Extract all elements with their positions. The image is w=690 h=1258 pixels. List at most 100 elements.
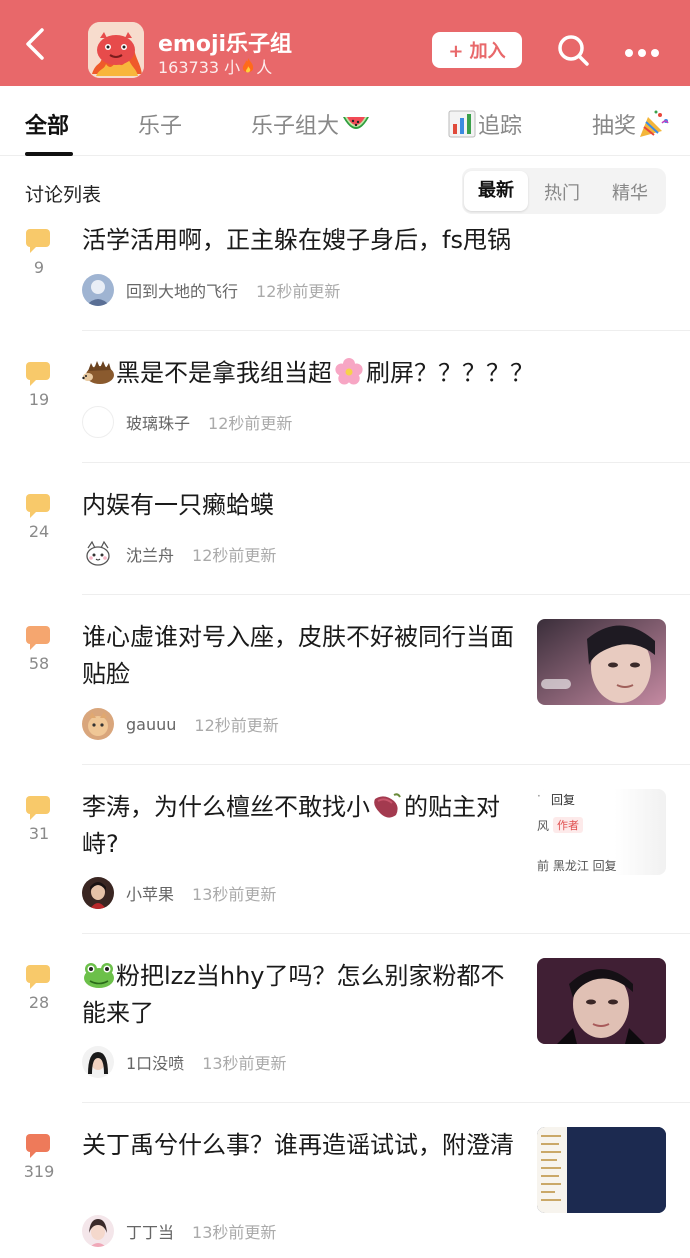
more-button[interactable] bbox=[624, 44, 660, 57]
update-time: 13秒前更新 bbox=[202, 1054, 287, 1073]
sweet-potato-icon bbox=[374, 793, 401, 818]
tab-lezi-da[interactable]: 乐子组大 bbox=[251, 108, 371, 140]
comment-icon bbox=[26, 796, 50, 820]
thumb-reply: 回复 bbox=[551, 793, 576, 807]
comment-icon bbox=[26, 626, 50, 650]
comment-count: 319 bbox=[23, 1162, 55, 1181]
post-meta: 沈兰舟 12秒前更新 bbox=[82, 538, 276, 570]
author-name[interactable]: 沈兰舟 bbox=[126, 542, 174, 566]
tab-tracking[interactable]: 追踪 bbox=[448, 108, 522, 140]
sort-hot[interactable]: 热门 bbox=[544, 179, 580, 205]
sort-latest[interactable]: 最新 bbox=[464, 171, 528, 211]
post-meta: 丁丁当 13秒前更新 bbox=[82, 1215, 276, 1247]
user-avatar[interactable] bbox=[82, 1046, 114, 1078]
post-meta: 1口没喷 13秒前更新 bbox=[82, 1046, 287, 1078]
update-time: 12秒前更新 bbox=[208, 414, 293, 433]
group-avatar[interactable] bbox=[88, 22, 144, 78]
party-popper-icon bbox=[640, 110, 669, 137]
member-count: 163733 小人 bbox=[158, 54, 272, 78]
comment-count: 58 bbox=[28, 654, 50, 673]
tab-label: 追踪 bbox=[478, 114, 523, 139]
discussion-list-title: 讨论列表 bbox=[25, 184, 102, 206]
comment-count: 19 bbox=[28, 390, 50, 409]
user-avatar[interactable] bbox=[82, 1215, 114, 1247]
author-name[interactable]: 回到大地的飞行 bbox=[126, 278, 238, 302]
post-meta: 回到大地的飞行 12秒前更新 bbox=[82, 274, 340, 306]
post-title[interactable]: 活学活用啊，正主躲在嫂子身后，fs甩锅 bbox=[82, 222, 642, 259]
post-title-text: 黑是不是拿我组当超 bbox=[116, 359, 332, 387]
fire-icon bbox=[243, 58, 254, 73]
comment-count: 9 bbox=[33, 258, 45, 277]
post-item[interactable]: 319 关丁禹兮什么事？谁再造谣试试，附澄清 丁丁当 13秒前更新 bbox=[0, 1103, 690, 1258]
post-title[interactable]: 内娱有一只癞蛤蟆 bbox=[82, 487, 642, 524]
chevron-left-icon bbox=[26, 28, 44, 60]
user-avatar[interactable] bbox=[82, 877, 114, 909]
hedgehog-icon bbox=[82, 361, 114, 384]
post-title[interactable]: 李涛，为什么檀丝不敢找小 的贴主对峙? bbox=[82, 789, 524, 863]
post-thumbnail[interactable] bbox=[537, 619, 666, 705]
post-item[interactable]: 19 黑是不是拿我组当超 刷屏？？？？？ 玻璃珠子 12秒前更新 bbox=[0, 331, 690, 463]
post-meta: gauuu 12秒前更新 bbox=[82, 708, 279, 740]
post-item[interactable]: 24 内娱有一只癞蛤蟆 沈兰舟 12秒前更新 bbox=[0, 463, 690, 595]
comment-icon bbox=[26, 1134, 50, 1158]
post-thumbnail[interactable]: · 回复 风 作者 前 黑龙江 回复 bbox=[537, 789, 666, 875]
member-count-number: 163733 bbox=[158, 58, 220, 77]
post-title-text: 李涛，为什么檀丝不敢找小 bbox=[82, 793, 370, 821]
thumb-dot: · bbox=[537, 789, 541, 803]
update-time: 12秒前更新 bbox=[256, 282, 341, 301]
thumb-left: 风 bbox=[537, 819, 550, 833]
tab-label: 乐子 bbox=[138, 114, 183, 139]
sort-featured[interactable]: 精华 bbox=[612, 179, 648, 205]
sort-switch: 最新 热门 精华 bbox=[462, 168, 666, 214]
user-avatar[interactable] bbox=[82, 406, 114, 438]
post-item[interactable]: 9 活学活用啊，正主躲在嫂子身后，fs甩锅 回到大地的飞行 12秒前更新 bbox=[0, 220, 690, 331]
author-name[interactable]: 小苹果 bbox=[126, 881, 174, 905]
group-header: emoji乐子组 163733 小人 + 加入 bbox=[0, 0, 690, 86]
post-item[interactable]: 58 谁心虚谁对号入座，皮肤不好被同行当面贴脸 gauuu 12秒前更新 bbox=[0, 595, 690, 765]
tab-label: 乐子组大 bbox=[251, 114, 340, 139]
cherry-blossom-icon bbox=[335, 358, 363, 385]
user-avatar[interactable] bbox=[82, 538, 114, 570]
search-icon bbox=[558, 35, 589, 66]
author-name[interactable]: 丁丁当 bbox=[126, 1219, 174, 1243]
tab-label: 抽奖 bbox=[592, 114, 637, 139]
member-suffix-post: 人 bbox=[256, 58, 273, 77]
update-time: 13秒前更新 bbox=[192, 1223, 277, 1242]
tab-lottery[interactable]: 抽奖 bbox=[592, 108, 670, 140]
author-name[interactable]: 1口没喷 bbox=[126, 1050, 184, 1074]
post-item[interactable]: 31 李涛，为什么檀丝不敢找小 的贴主对峙? · 回复 风 作者 前 黑龙江 回… bbox=[0, 765, 690, 934]
post-title[interactable]: 谁心虚谁对号入座，皮肤不好被同行当面贴脸 bbox=[82, 619, 524, 693]
back-button[interactable] bbox=[18, 24, 54, 64]
post-meta: 小苹果 13秒前更新 bbox=[82, 877, 276, 909]
post-thumbnail[interactable] bbox=[537, 958, 666, 1044]
comment-icon bbox=[26, 965, 50, 989]
category-tabs: 全部 乐子 乐子组大 追踪 抽奖 bbox=[0, 86, 690, 156]
post-meta: 玻璃珠子 12秒前更新 bbox=[82, 406, 292, 438]
more-dots-icon bbox=[625, 49, 659, 57]
post-item[interactable]: 28 粉把lzz当hhy了吗？怎么别家粉都不能来了 1口没喷 13秒前更新 bbox=[0, 934, 690, 1103]
comment-count: 24 bbox=[28, 522, 50, 541]
author-name[interactable]: 玻璃珠子 bbox=[126, 410, 190, 434]
user-avatar[interactable] bbox=[82, 708, 114, 740]
post-title[interactable]: 黑是不是拿我组当超 刷屏？？？？？ bbox=[82, 355, 642, 392]
user-avatar[interactable] bbox=[82, 274, 114, 306]
thumb-author-tag: 作者 bbox=[553, 817, 583, 833]
post-thumbnail[interactable] bbox=[537, 1127, 666, 1213]
comment-icon bbox=[26, 229, 50, 253]
join-button[interactable]: + 加入 bbox=[432, 32, 522, 68]
search-button[interactable] bbox=[556, 33, 590, 67]
tab-lezi[interactable]: 乐子 bbox=[138, 108, 182, 140]
author-name[interactable]: gauuu bbox=[126, 715, 176, 734]
post-title[interactable]: 粉把lzz当hhy了吗？怎么别家粉都不能来了 bbox=[82, 958, 524, 1032]
comment-count: 31 bbox=[28, 824, 50, 843]
post-title[interactable]: 关丁禹兮什么事？谁再造谣试试，附澄清 bbox=[82, 1127, 524, 1164]
comment-icon bbox=[26, 494, 50, 518]
watermelon-icon bbox=[343, 117, 370, 129]
update-time: 13秒前更新 bbox=[192, 885, 277, 904]
bar-chart-icon bbox=[448, 110, 476, 138]
update-time: 12秒前更新 bbox=[192, 546, 277, 565]
tab-all[interactable]: 全部 bbox=[25, 108, 69, 140]
post-title-text: 粉把lzz当hhy了吗？怎么别家粉都不能来了 bbox=[82, 962, 505, 1027]
comment-icon bbox=[26, 362, 50, 386]
update-time: 12秒前更新 bbox=[194, 716, 279, 735]
